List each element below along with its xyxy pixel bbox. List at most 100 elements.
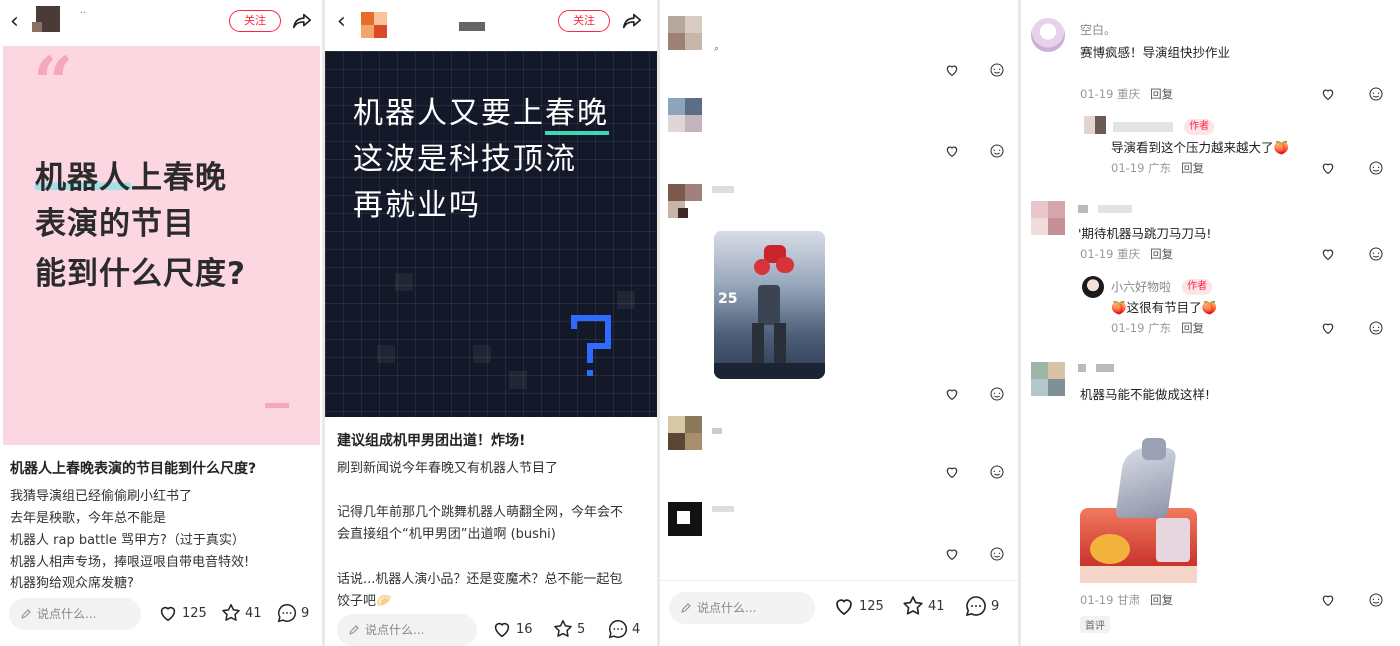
collect-button[interactable]: 41 bbox=[901, 594, 945, 618]
commenter-avatar[interactable] bbox=[668, 98, 702, 132]
post-body-line: 去年是秧歌，今年总不能是 bbox=[10, 511, 167, 526]
comment-bubble-icon bbox=[277, 604, 297, 623]
comment-reply-icon[interactable] bbox=[989, 62, 1005, 78]
comment-bubble-icon bbox=[608, 620, 628, 639]
post-body-line: 会直接组个“机甲男团”出道啊 (bushi) bbox=[337, 527, 556, 542]
heart-icon[interactable] bbox=[944, 546, 960, 562]
comment-meta: 01-19 重庆 回复 bbox=[1080, 247, 1174, 261]
comment-reply-icon[interactable] bbox=[989, 546, 1005, 562]
author-avatar[interactable] bbox=[361, 12, 387, 38]
reply-link[interactable]: 回复 bbox=[1150, 593, 1173, 607]
post-body-line: 机器人 rap battle 骂甲方?（过于真实） bbox=[10, 533, 245, 548]
commenter-name[interactable] bbox=[1078, 364, 1118, 374]
commenter-avatar[interactable] bbox=[1084, 116, 1106, 134]
heart-icon[interactable] bbox=[1320, 592, 1336, 608]
comment-meta: 01-19 广东 回复 bbox=[1111, 321, 1205, 335]
comment-reply-icon[interactable] bbox=[989, 464, 1005, 480]
like-button[interactable]: 125 bbox=[157, 602, 207, 624]
share-icon[interactable] bbox=[291, 10, 313, 32]
commenter-avatar[interactable] bbox=[1031, 362, 1065, 396]
comment-reply-icon[interactable] bbox=[1368, 86, 1384, 102]
comment-reply-icon[interactable] bbox=[1368, 160, 1384, 176]
comment-count: 4 bbox=[632, 621, 641, 637]
cover-image[interactable]: 机器人又要上春晚 这波是科技顶流 再就业吗 bbox=[325, 51, 657, 417]
follow-button[interactable]: 关注 bbox=[558, 10, 610, 32]
comments-panel-1: ⌕ 25 说点什么... 125 41 9 bbox=[660, 0, 1018, 646]
back-icon[interactable]: ‹ bbox=[10, 10, 19, 34]
commenter-name[interactable] bbox=[1078, 205, 1138, 215]
commenter-avatar[interactable] bbox=[668, 184, 702, 218]
commenter-avatar[interactable] bbox=[1031, 18, 1065, 52]
like-count: 16 bbox=[516, 621, 533, 637]
comment-button[interactable]: 4 bbox=[607, 618, 640, 640]
comment-meta: 01-19 甘肃 回复 bbox=[1080, 593, 1174, 607]
heart-icon[interactable] bbox=[944, 62, 960, 78]
heart-icon[interactable] bbox=[1320, 86, 1336, 102]
comment-reply-icon[interactable] bbox=[989, 386, 1005, 402]
commenter-avatar[interactable] bbox=[1082, 276, 1104, 298]
commenter-name[interactable]: 小六好物啦 作者 bbox=[1111, 276, 1213, 295]
post-body-line: 机器人相声专场，捧哏逗哏自带电音特效! bbox=[10, 555, 250, 570]
cover-line-3: 再就业吗 bbox=[353, 188, 481, 223]
pencil-icon bbox=[681, 603, 691, 613]
reply-link[interactable]: 回复 bbox=[1181, 161, 1204, 175]
comment-image-robot-boxing[interactable]: 25 bbox=[714, 231, 825, 379]
comment-meta bbox=[714, 143, 724, 157]
comment-input[interactable]: 说点什么... bbox=[9, 598, 141, 630]
commenter-name[interactable] bbox=[712, 428, 726, 436]
reply-link[interactable]: 回复 bbox=[1150, 247, 1173, 261]
follow-button[interactable]: 关注 bbox=[229, 10, 281, 32]
author-name[interactable] bbox=[459, 22, 485, 31]
heart-icon[interactable] bbox=[1320, 160, 1336, 176]
cover-line-3: 能到什么尺度? bbox=[35, 256, 246, 292]
back-icon[interactable]: ‹ bbox=[337, 10, 346, 34]
reply-link[interactable]: 回复 bbox=[1181, 321, 1204, 335]
heart-icon[interactable] bbox=[1320, 246, 1336, 262]
author-name[interactable]: ·· bbox=[80, 8, 86, 19]
comment-reply-icon[interactable] bbox=[1368, 592, 1384, 608]
heart-icon bbox=[494, 622, 510, 638]
like-button[interactable]: 125 bbox=[832, 594, 884, 618]
cover-line-2: 这波是科技顶流 bbox=[353, 142, 577, 177]
collect-button[interactable]: 41 bbox=[220, 602, 262, 624]
comment-image-robot-horse[interactable] bbox=[1080, 438, 1197, 583]
comment-button[interactable]: 9 bbox=[276, 602, 309, 624]
like-count: 125 bbox=[182, 605, 207, 621]
comment-button[interactable]: 9 bbox=[964, 594, 999, 618]
collect-button[interactable]: 5 bbox=[552, 618, 585, 640]
comment-reply-icon[interactable] bbox=[1368, 320, 1384, 336]
quote-mark: “ bbox=[33, 41, 74, 124]
heart-icon[interactable] bbox=[944, 464, 960, 480]
pencil-icon bbox=[21, 609, 31, 619]
author-avatar[interactable] bbox=[32, 6, 64, 32]
comment-reply-icon[interactable] bbox=[1368, 246, 1384, 262]
commenter-name[interactable] bbox=[712, 506, 738, 514]
comment-input[interactable]: 说点什么... bbox=[669, 592, 815, 624]
collect-count: 41 bbox=[245, 605, 262, 621]
heart-icon[interactable] bbox=[944, 386, 960, 402]
share-icon[interactable] bbox=[621, 10, 643, 32]
decor-block bbox=[509, 371, 527, 389]
commenter-avatar[interactable] bbox=[1031, 201, 1065, 235]
bottom-bar: 说点什么... 125 41 9 bbox=[0, 592, 322, 638]
heart-icon bbox=[836, 599, 852, 616]
heart-icon[interactable] bbox=[1320, 320, 1336, 336]
heart-icon bbox=[160, 606, 176, 622]
commenter-avatar[interactable] bbox=[668, 502, 702, 536]
commenter-avatar[interactable] bbox=[668, 416, 702, 450]
commenter-name[interactable]: 空白。 bbox=[1080, 21, 1116, 38]
decor-block bbox=[377, 345, 395, 363]
like-button[interactable]: 16 bbox=[491, 618, 533, 640]
post-title: 机器人上春晚表演的节目能到什么尺度? bbox=[10, 461, 257, 477]
comment-bubble-icon bbox=[965, 596, 986, 617]
commenter-name[interactable] bbox=[712, 186, 740, 194]
heart-icon[interactable] bbox=[944, 143, 960, 159]
commenter-name[interactable]: 作者 bbox=[1113, 116, 1215, 135]
reply-link[interactable]: 回复 bbox=[1150, 87, 1173, 101]
comment-input[interactable]: 说点什么... bbox=[337, 614, 477, 646]
cover-image[interactable]: “ 机器人上春晚 表演的节目 能到什么尺度? bbox=[3, 46, 320, 445]
decor-block bbox=[395, 273, 413, 291]
commenter-avatar[interactable] bbox=[668, 16, 702, 50]
comment-reply-icon[interactable] bbox=[989, 143, 1005, 159]
divider bbox=[660, 580, 1018, 581]
